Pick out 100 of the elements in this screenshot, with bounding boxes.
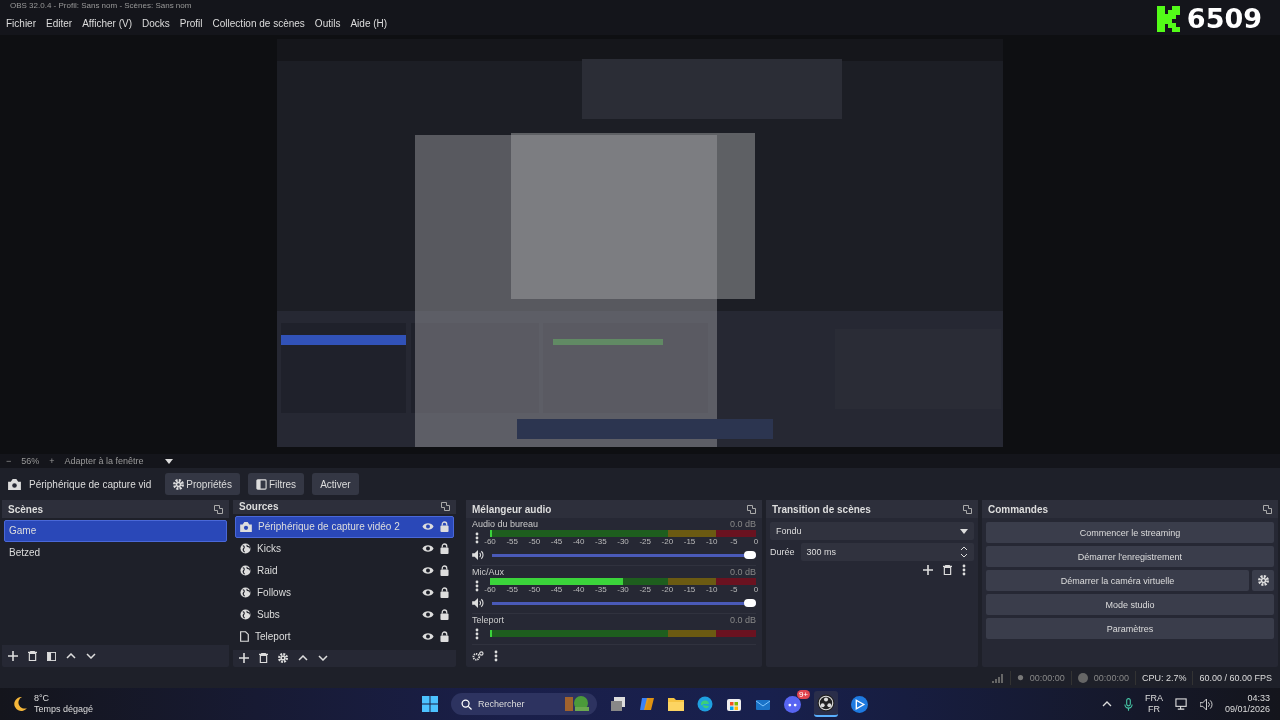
scale-label: -50: [528, 536, 541, 546]
up-icon[interactable]: [298, 655, 308, 662]
folder-icon[interactable]: [668, 697, 684, 711]
menu-item[interactable]: Fichier: [6, 17, 36, 29]
scene-item[interactable]: Game: [4, 520, 227, 542]
more-icon[interactable]: [962, 564, 966, 576]
eye-icon[interactable]: [422, 566, 434, 576]
source-item[interactable]: Raid: [235, 559, 454, 582]
cpu-usage: CPU: 2.7%: [1141, 672, 1187, 683]
source-item[interactable]: Teleport: [235, 625, 454, 648]
gear-icon[interactable]: [278, 653, 288, 664]
toolbar-button[interactable]: Activer: [312, 473, 359, 495]
scale-label: 0: [753, 584, 759, 594]
add-icon[interactable]: [239, 653, 249, 664]
fit-dropdown[interactable]: Adapter à la fenêtre: [64, 456, 155, 466]
source-item[interactable]: Périphérique de capture vidéo 2: [235, 515, 454, 538]
undock-icon[interactable]: [747, 504, 756, 514]
gear-icon: [1257, 575, 1269, 586]
lock-icon[interactable]: [440, 521, 449, 533]
volume-icon[interactable]: [1199, 698, 1213, 710]
toolbar-button[interactable]: Filtres: [247, 473, 305, 495]
transition-dropdown[interactable]: Fondu: [770, 522, 974, 540]
keyboard-layout[interactable]: FR: [1147, 704, 1160, 715]
eye-icon[interactable]: [422, 610, 434, 620]
more-icon[interactable]: [494, 650, 498, 662]
copilot-icon[interactable]: [639, 696, 655, 712]
windows-icon[interactable]: [610, 696, 626, 712]
add-icon[interactable]: [8, 651, 18, 661]
settings-button[interactable]: [1252, 570, 1274, 591]
volume-thumb[interactable]: [744, 550, 756, 559]
lock-icon[interactable]: [440, 609, 449, 621]
add-icon[interactable]: [923, 565, 933, 575]
menu-item[interactable]: Collection de scènes: [212, 17, 305, 29]
menu-item[interactable]: Editer: [46, 17, 73, 29]
trash-icon[interactable]: [943, 565, 952, 575]
control-button[interactable]: Commencer le streaming: [986, 522, 1274, 543]
eye-icon[interactable]: [422, 522, 434, 532]
control-button[interactable]: Démarrer l'enregistrement: [986, 546, 1274, 567]
source-item[interactable]: Kicks: [235, 537, 454, 560]
speaker-icon[interactable]: [472, 597, 484, 608]
lock-icon[interactable]: [440, 565, 449, 577]
weather-text: Temps dégagé: [34, 704, 94, 715]
eye-icon[interactable]: [422, 588, 434, 598]
menu-item[interactable]: Aide (H): [350, 17, 388, 29]
panel-title: Mélangeur audio: [472, 503, 552, 515]
control-button[interactable]: Mode studio: [986, 594, 1274, 615]
undock-icon[interactable]: [441, 502, 450, 512]
toolbar-button[interactable]: Propriétés: [165, 473, 240, 495]
menu-item[interactable]: Afficher (V): [82, 17, 132, 29]
source-item[interactable]: Subs: [235, 603, 454, 626]
globe-icon: [240, 543, 251, 555]
clock-date[interactable]: 09/01/2026: [1224, 704, 1270, 715]
eye-icon[interactable]: [422, 632, 434, 642]
browser-icon[interactable]: [697, 696, 713, 712]
trash-icon[interactable]: [259, 653, 268, 664]
trash-icon[interactable]: [28, 651, 37, 661]
menu-item[interactable]: Docks: [142, 17, 170, 29]
search-field[interactable]: Rechercher: [451, 693, 597, 715]
undock-icon[interactable]: [214, 504, 223, 514]
undock-icon[interactable]: [963, 504, 972, 514]
chat-app-icon[interactable]: [784, 695, 801, 713]
up-icon[interactable]: [66, 653, 76, 659]
store-icon[interactable]: [726, 696, 742, 712]
gears-icon[interactable]: [472, 651, 484, 661]
eye-icon[interactable]: [422, 544, 434, 554]
menu-item[interactable]: Profil: [179, 17, 203, 29]
k-logo-icon: [1156, 5, 1181, 32]
record-icon: [1077, 672, 1088, 683]
spin-arrows-icon[interactable]: [960, 545, 968, 559]
control-button[interactable]: Démarrer la caméra virtuelle: [986, 570, 1249, 591]
down-icon[interactable]: [86, 653, 96, 659]
speaker-icon[interactable]: [472, 549, 484, 560]
undock-icon[interactable]: [1263, 504, 1272, 514]
microphone-icon[interactable]: [1123, 697, 1133, 711]
scale-label: -20: [661, 584, 674, 594]
clock-time[interactable]: 04:33: [1247, 693, 1270, 704]
chevron-up-icon[interactable]: [1101, 701, 1112, 707]
lock-icon[interactable]: [440, 543, 449, 555]
menu-item[interactable]: Outils: [314, 17, 341, 29]
control-button[interactable]: Paramètres: [986, 618, 1274, 639]
zoom-out-button[interactable]: −: [6, 456, 12, 466]
volume-thumb[interactable]: [744, 598, 756, 607]
network-icon[interactable]: [1174, 697, 1188, 711]
scale-label: -10: [705, 584, 718, 594]
start-icon[interactable]: [422, 696, 438, 712]
language[interactable]: FRA: [1144, 693, 1163, 704]
channel-reading: 0.0 dB: [729, 566, 756, 577]
scale-label: -55: [506, 536, 518, 546]
lock-icon[interactable]: [440, 587, 449, 599]
app-icon[interactable]: [851, 695, 868, 713]
filter-icon[interactable]: [47, 651, 56, 661]
zoom-in-button[interactable]: +: [49, 456, 55, 466]
scene-item[interactable]: Betzed: [4, 542, 227, 564]
scale-label: -45: [550, 536, 563, 546]
down-icon[interactable]: [318, 655, 328, 662]
source-item[interactable]: Follows: [235, 581, 454, 604]
camera-icon: [8, 478, 21, 490]
lock-icon[interactable]: [440, 631, 449, 643]
duration-field[interactable]: 300 ms: [800, 543, 974, 561]
recording-app-icon[interactable]: [814, 691, 838, 717]
